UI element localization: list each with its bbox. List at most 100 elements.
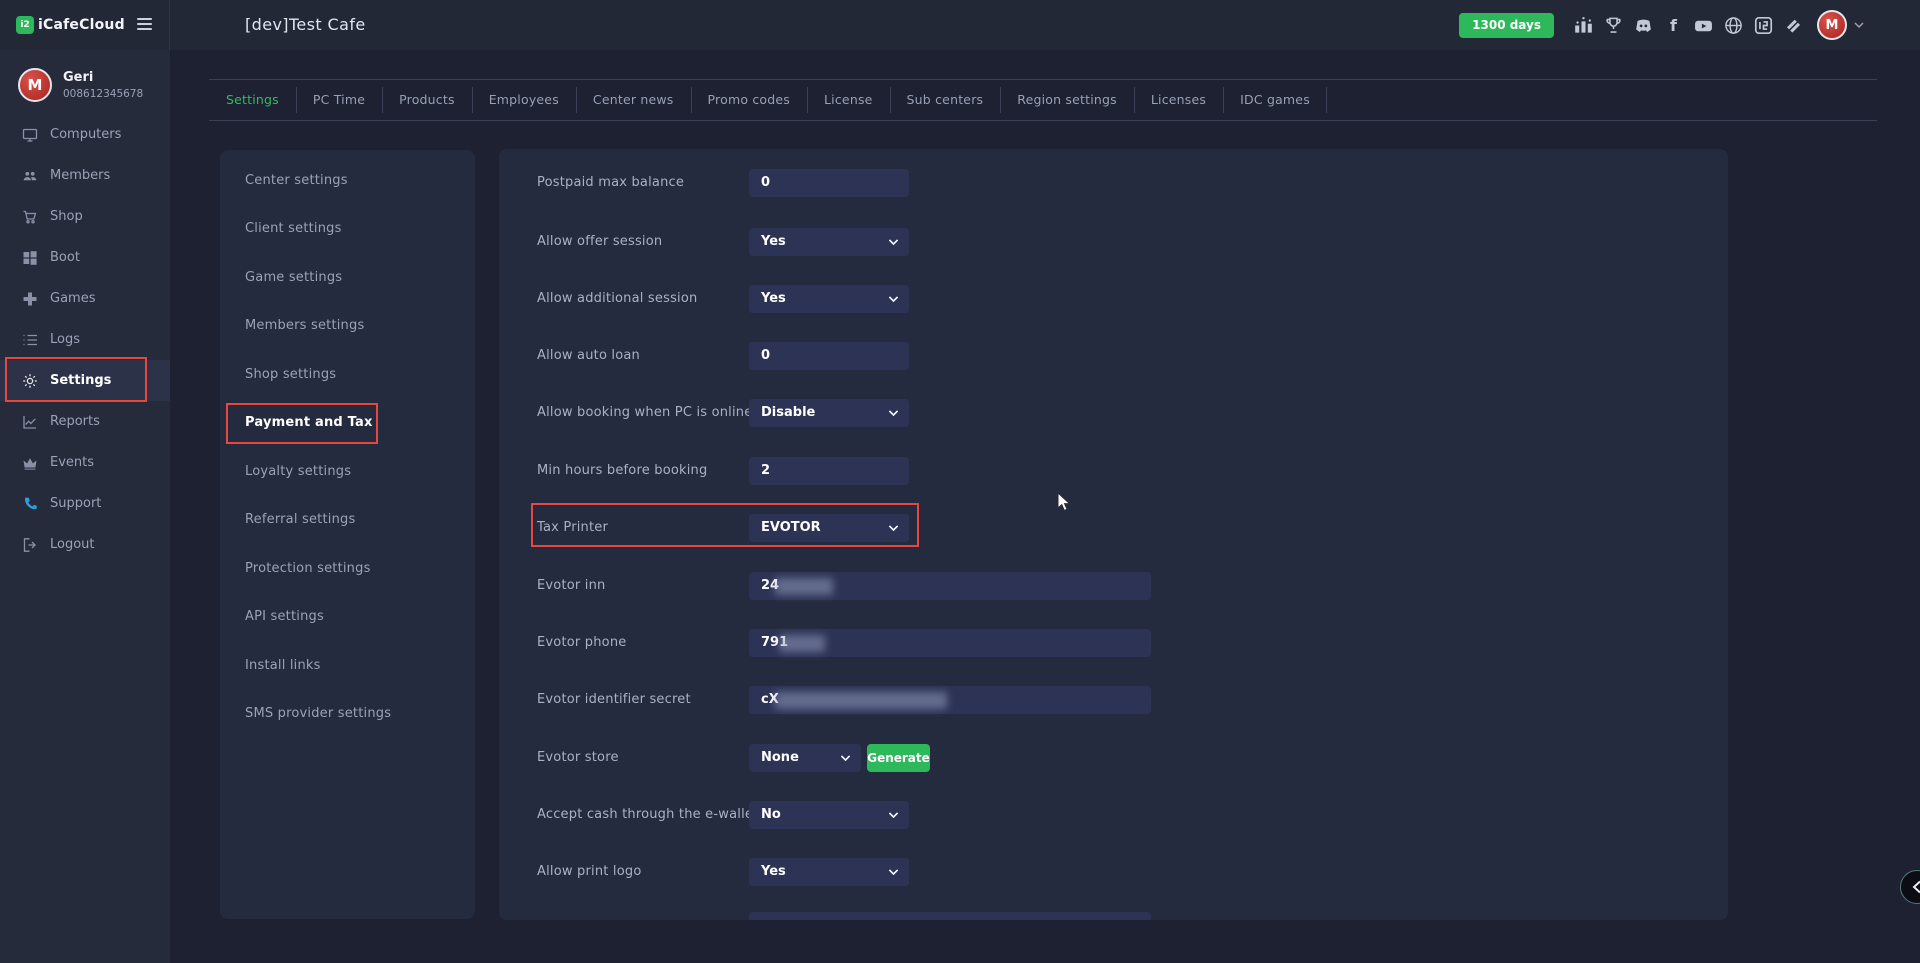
form-row-evotor-store: Evotor store None Generate (499, 744, 1728, 772)
nav-payment-and-tax[interactable]: Payment and Tax (220, 399, 475, 448)
field-label: Evotor phone (537, 629, 626, 657)
field-label: Evotor identifier secret (537, 686, 691, 714)
app-logo-icon: i2 (16, 16, 34, 34)
cart-icon (22, 209, 38, 225)
form-row-partial (499, 912, 1728, 920)
chevron-down-icon (889, 293, 899, 303)
nav-api-settings[interactable]: API settings (220, 593, 475, 642)
icafecloud-icon[interactable] (1754, 16, 1773, 35)
allow-print-logo-select[interactable]: Yes (749, 858, 909, 886)
sidebar-item-members[interactable]: Members (0, 155, 170, 196)
sidebar-user-block[interactable]: M Geri 008612345678 (18, 68, 143, 102)
topbar-right: 1300 days f M (1459, 0, 1864, 50)
chevron-left-icon (1911, 880, 1920, 894)
allow-booking-when-pc-online-select[interactable]: Disable (749, 399, 909, 427)
form-row-min-hours-before-booking: Min hours before booking 2 (499, 457, 1728, 485)
tab-settings[interactable]: Settings (209, 80, 296, 120)
chevron-down-icon[interactable] (1854, 22, 1864, 29)
partial-input[interactable] (749, 912, 1151, 920)
evotor-identifier-secret-input[interactable]: cX (749, 686, 1151, 714)
logo-area: i2 iCafeCloud (0, 0, 170, 50)
payment-and-tax-form: Postpaid max balance 0 Allow offer sessi… (499, 149, 1728, 920)
sidebar-menu: Computers Members Shop Boot Games Logs S… (0, 114, 170, 565)
nav-game-settings[interactable]: Game settings (220, 253, 475, 302)
tab-products[interactable]: Products (382, 80, 472, 120)
ranking-icon[interactable] (1574, 16, 1593, 35)
tab-region-settings[interactable]: Region settings (1000, 80, 1134, 120)
sidebar-item-boot[interactable]: Boot (0, 237, 170, 278)
generate-button[interactable]: Generate (867, 744, 930, 772)
form-row-accept-cash: Accept cash through the e-wallet No (499, 801, 1728, 829)
min-hours-before-booking-input[interactable]: 2 (749, 457, 909, 485)
nav-shop-settings[interactable]: Shop settings (220, 350, 475, 399)
form-row-allow-print-logo: Allow print logo Yes (499, 858, 1728, 886)
field-label: Allow offer session (537, 228, 662, 256)
nav-center-settings[interactable]: Center settings (220, 156, 475, 205)
field-label: Allow auto loan (537, 342, 640, 370)
tab-sub-centers[interactable]: Sub centers (890, 80, 1001, 120)
globe-icon[interactable] (1724, 16, 1743, 35)
sidebar-item-games[interactable]: Games (0, 278, 170, 319)
tab-license[interactable]: License (807, 80, 890, 120)
redaction-blur (775, 692, 947, 709)
nav-protection-settings[interactable]: Protection settings (220, 544, 475, 593)
field-label: Allow print logo (537, 858, 641, 886)
nav-loyalty-settings[interactable]: Loyalty settings (220, 447, 475, 496)
partners-icon[interactable] (1784, 16, 1803, 35)
nav-members-settings[interactable]: Members settings (220, 302, 475, 351)
topbar: i2 iCafeCloud [dev]Test Cafe 1300 days f (0, 0, 1920, 50)
sidebar-item-logout[interactable]: Logout (0, 524, 170, 565)
evotor-inn-input[interactable]: 24 (749, 572, 1151, 600)
field-label: Allow booking when PC is online (537, 399, 752, 427)
windows-icon (22, 250, 38, 266)
sidebar-item-shop[interactable]: Shop (0, 196, 170, 237)
allow-additional-session-select[interactable]: Yes (749, 285, 909, 313)
redaction-blur (779, 635, 825, 652)
app-logo[interactable]: i2 iCafeCloud (16, 16, 125, 34)
sidebar-item-logs[interactable]: Logs (0, 319, 170, 360)
sidebar-item-settings[interactable]: Settings (0, 360, 170, 401)
tab-licenses[interactable]: Licenses (1134, 80, 1223, 120)
form-row-evotor-identifier-secret: Evotor identifier secret cX (499, 686, 1728, 714)
sidebar-item-reports[interactable]: Reports (0, 401, 170, 442)
gear-icon (22, 373, 38, 389)
form-row-tax-printer: Tax Printer EVOTOR (499, 514, 1728, 542)
sidebar-item-events[interactable]: Events (0, 442, 170, 483)
nav-install-links[interactable]: Install links (220, 641, 475, 690)
form-row-allow-booking: Allow booking when PC is online Disable (499, 399, 1728, 427)
accept-cash-ewallet-select[interactable]: No (749, 801, 909, 829)
facebook-icon[interactable]: f (1664, 16, 1683, 35)
collapse-panel-button[interactable] (1900, 870, 1920, 904)
chevron-down-icon (889, 809, 899, 819)
phone-icon (22, 496, 38, 512)
nav-client-settings[interactable]: Client settings (220, 205, 475, 254)
form-row-evotor-inn: Evotor inn 24 (499, 572, 1728, 600)
tax-printer-select[interactable]: EVOTOR (749, 514, 909, 542)
postpaid-max-balance-input[interactable]: 0 (749, 169, 909, 197)
crown-icon (22, 455, 38, 471)
field-label: Allow additional session (537, 285, 697, 313)
menu-toggle-icon[interactable] (137, 18, 152, 33)
tab-center-news[interactable]: Center news (576, 80, 691, 120)
allow-auto-loan-input[interactable]: 0 (749, 342, 909, 370)
user-avatar[interactable]: M (1817, 10, 1847, 40)
evotor-store-select[interactable]: None (749, 744, 861, 772)
nav-referral-settings[interactable]: Referral settings (220, 496, 475, 545)
youtube-icon[interactable] (1694, 16, 1713, 35)
trophy-icon[interactable] (1604, 16, 1623, 35)
form-row-allow-auto-loan: Allow auto loan 0 (499, 342, 1728, 370)
user-name: Geri (63, 70, 143, 85)
nav-sms-provider-settings[interactable]: SMS provider settings (220, 690, 475, 739)
sidebar-item-support[interactable]: Support (0, 483, 170, 524)
tab-promo-codes[interactable]: Promo codes (691, 80, 808, 120)
allow-offer-session-select[interactable]: Yes (749, 228, 909, 256)
tab-employees[interactable]: Employees (472, 80, 576, 120)
sidebar-item-computers[interactable]: Computers (0, 114, 170, 155)
settings-nav-panel: Center settings Client settings Game set… (220, 150, 475, 919)
evotor-phone-input[interactable]: 791 (749, 629, 1151, 657)
tab-pc-time[interactable]: PC Time (296, 80, 382, 120)
field-label: Min hours before booking (537, 457, 707, 485)
license-days-badge[interactable]: 1300 days (1459, 13, 1554, 38)
discord-icon[interactable] (1634, 16, 1653, 35)
tab-idc-games[interactable]: IDC games (1223, 80, 1327, 120)
